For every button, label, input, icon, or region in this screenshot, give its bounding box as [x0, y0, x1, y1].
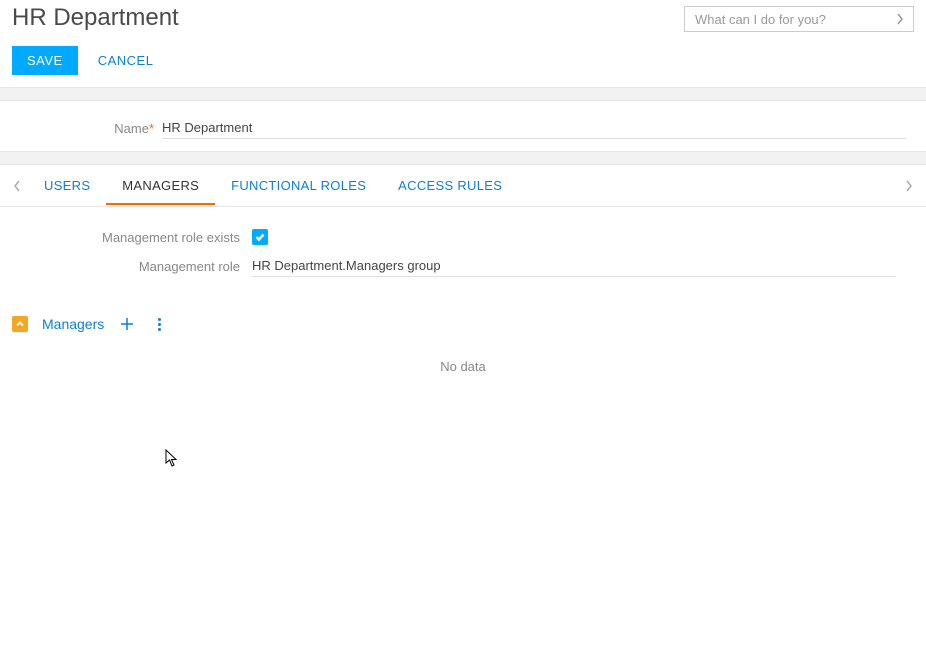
- empty-state-text: No data: [0, 339, 926, 394]
- section-divider: [0, 151, 926, 165]
- chevron-right-icon: [893, 12, 907, 26]
- cancel-button[interactable]: CANCEL: [98, 53, 154, 68]
- tab-access-rules[interactable]: ACCESS RULES: [382, 166, 518, 205]
- tab-users[interactable]: USERS: [28, 166, 106, 205]
- more-actions-button[interactable]: [150, 315, 168, 333]
- managers-detail-title[interactable]: Managers: [42, 316, 104, 332]
- tabs-scroll-right[interactable]: [898, 180, 920, 192]
- section-divider: [0, 87, 926, 101]
- cursor-icon: [165, 449, 179, 467]
- collapse-toggle[interactable]: [12, 316, 28, 332]
- command-search-input[interactable]: [695, 12, 893, 27]
- kebab-icon: [158, 318, 161, 331]
- management-role-field[interactable]: HR Department.Managers group: [252, 255, 896, 277]
- save-button[interactable]: SAVE: [12, 46, 78, 75]
- tab-functional-roles[interactable]: FUNCTIONAL ROLES: [215, 166, 382, 205]
- add-button[interactable]: [118, 315, 136, 333]
- tab-managers[interactable]: MANAGERS: [106, 166, 215, 205]
- management-role-label: Management role: [12, 259, 252, 274]
- name-field[interactable]: [162, 117, 906, 139]
- command-search[interactable]: [684, 6, 914, 32]
- page-title: HR Department: [12, 4, 179, 32]
- management-role-exists-label: Management role exists: [12, 230, 252, 245]
- name-field-label: Name*: [12, 121, 162, 136]
- tabs-scroll-left[interactable]: [6, 180, 28, 192]
- management-role-exists-checkbox[interactable]: [252, 229, 268, 245]
